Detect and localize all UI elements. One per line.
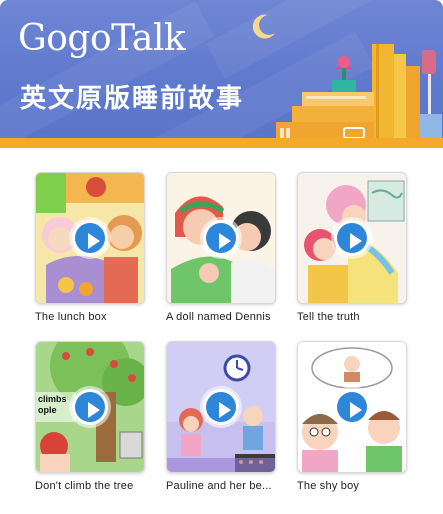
story-card-dont-climb-the-tree[interactable]: climbs ople Don't climb the tree: [35, 341, 155, 501]
play-icon: [75, 392, 105, 422]
header-divider: [0, 138, 443, 148]
story-thumbnail[interactable]: [297, 341, 407, 473]
play-button[interactable]: [203, 389, 239, 425]
books-illustration: [276, 44, 442, 148]
art-text-line-1: climbs: [38, 394, 67, 404]
play-button[interactable]: [72, 389, 108, 425]
play-icon: [337, 392, 367, 422]
play-button[interactable]: [72, 220, 108, 256]
story-title[interactable]: Pauline and her be...: [166, 480, 296, 492]
play-button[interactable]: [334, 389, 370, 425]
story-thumbnail[interactable]: [166, 172, 276, 304]
play-icon: [337, 223, 367, 253]
story-title[interactable]: Don't climb the tree: [35, 480, 165, 492]
story-thumbnail[interactable]: [297, 172, 407, 304]
play-button[interactable]: [203, 220, 239, 256]
story-list-panel: GogoTalk 英文原版睡前故事 The lunch box A doll n…: [0, 0, 443, 514]
moon-icon: [252, 14, 275, 39]
page-title: 英文原版睡前故事: [20, 83, 245, 113]
story-title[interactable]: The shy boy: [297, 480, 427, 492]
art-text-line-2: ople: [38, 405, 57, 415]
header-banner: GogoTalk 英文原版睡前故事: [0, 0, 443, 148]
story-title[interactable]: A doll named Dennis: [166, 311, 296, 323]
play-button[interactable]: [334, 220, 370, 256]
story-title[interactable]: The lunch box: [35, 311, 165, 323]
story-card-the-shy-boy[interactable]: The shy boy: [297, 341, 417, 501]
play-icon: [75, 223, 105, 253]
play-icon: [206, 223, 236, 253]
gogotalk-logo: GogoTalk: [18, 18, 186, 59]
story-card-pauline-and-her-be[interactable]: Pauline and her be...: [166, 341, 286, 501]
story-thumbnail[interactable]: climbs ople: [35, 341, 145, 473]
story-thumbnail[interactable]: [166, 341, 276, 473]
story-card-a-doll-named-dennis[interactable]: A doll named Dennis: [166, 172, 286, 332]
story-card-tell-the-truth[interactable]: Tell the truth: [297, 172, 417, 332]
story-grid: The lunch box A doll named Dennis Tell t…: [0, 148, 443, 514]
story-card-the-lunch-box[interactable]: The lunch box: [35, 172, 155, 332]
play-icon: [206, 392, 236, 422]
story-title[interactable]: Tell the truth: [297, 311, 427, 323]
story-thumbnail[interactable]: [35, 172, 145, 304]
